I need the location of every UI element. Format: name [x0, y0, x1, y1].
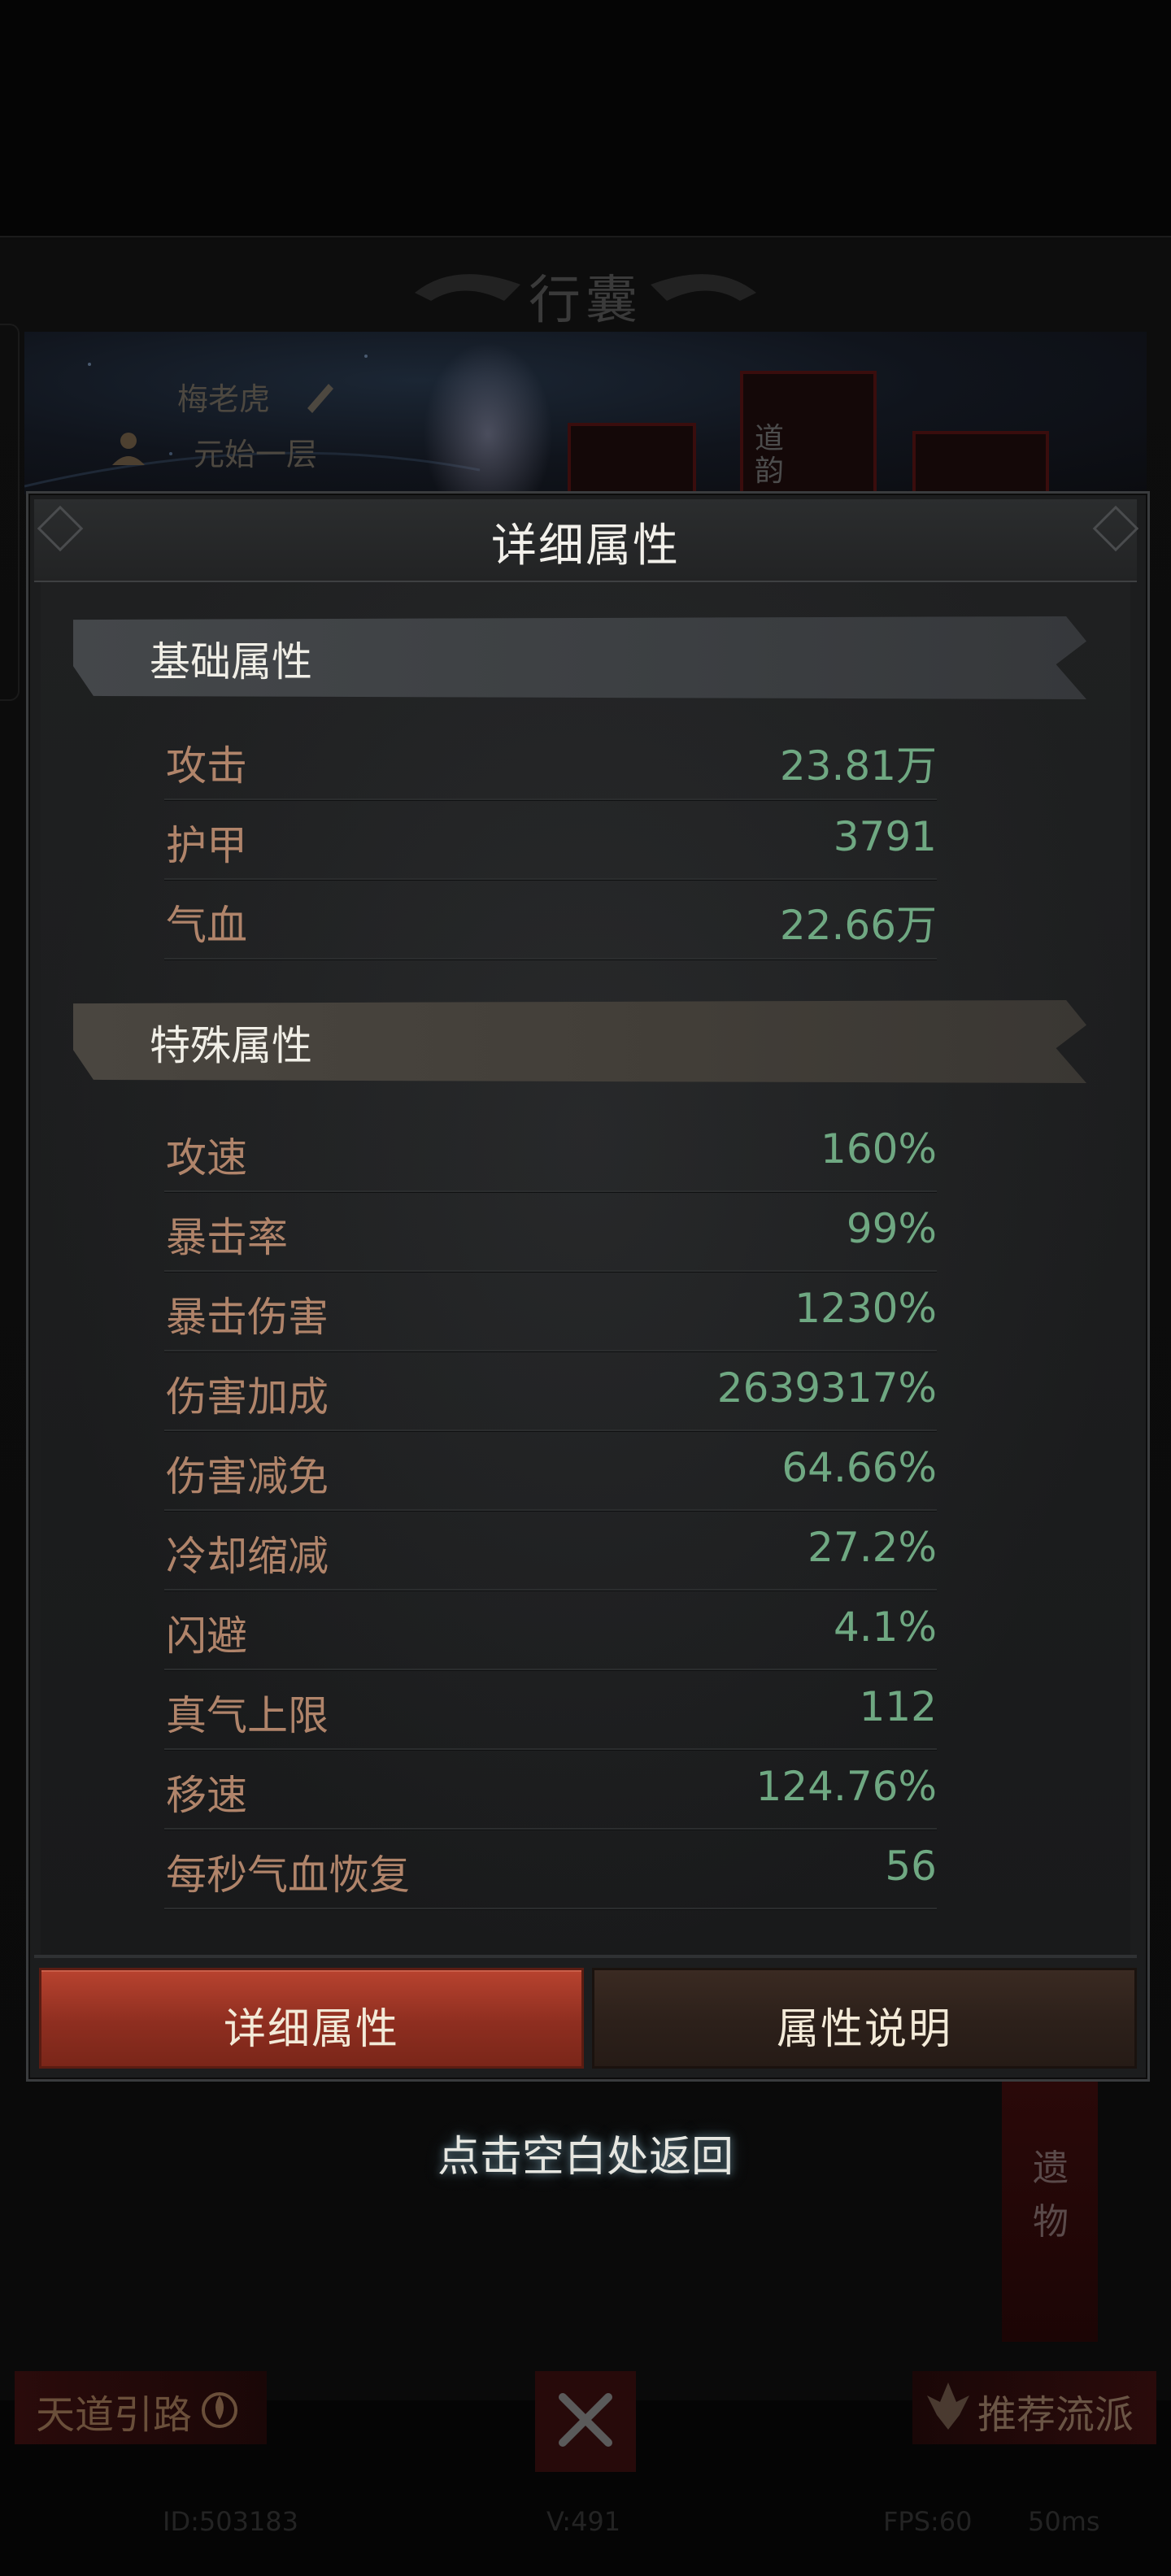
tiandao-flame-icon — [202, 2392, 237, 2428]
attribute-value: 112 — [859, 1683, 937, 1730]
equip-slot-label: 道 韵 — [755, 422, 785, 488]
attribute-value: 160% — [821, 1125, 937, 1173]
hero-portrait — [423, 342, 553, 496]
attribute-label: 闪避 — [166, 1612, 247, 1660]
tab-label: 详细属性 — [223, 2005, 399, 2054]
attribute-row: 攻击 23.81万 — [164, 719, 937, 800]
recommend-emblem-icon — [927, 2382, 969, 2430]
attribute-value: 99% — [846, 1205, 937, 1252]
attribute-row: 护甲 3791 — [164, 798, 937, 880]
pen-icon[interactable] — [299, 376, 340, 416]
attribute-row: 真气上限 112 — [164, 1669, 937, 1750]
attribute-value: 124.76% — [755, 1763, 937, 1810]
tab-bar-divider — [34, 1955, 1137, 1958]
attribute-value: 4.1% — [833, 1603, 937, 1651]
attribute-row: 暴击率 99% — [164, 1190, 937, 1272]
tab-attribute-explanation[interactable]: 属性说明 — [592, 1968, 1137, 2069]
tiandao-guide-label: 天道引路 — [36, 2392, 193, 2438]
attribute-row: 气血 22.66万 — [164, 878, 937, 959]
dialog-title: 详细属性 — [491, 520, 680, 572]
attribute-value: 22.66万 — [779, 902, 937, 949]
crossed-swords-icon — [559, 2393, 612, 2447]
attribute-label: 伤害减免 — [166, 1453, 329, 1500]
latency-text: 50ms — [1028, 2506, 1100, 2537]
attribute-row: 伤害减免 64.66% — [164, 1429, 937, 1511]
version-text: V:491 — [546, 2506, 621, 2537]
attribute-label: 移速 — [166, 1772, 247, 1819]
attribute-label: 暴击伤害 — [166, 1294, 329, 1341]
section-title: 特殊属性 — [150, 1022, 312, 1069]
attribute-row: 移速 124.76% — [164, 1748, 937, 1830]
attribute-label: 暴击率 — [166, 1214, 288, 1261]
player-id: ID:503183 — [163, 2506, 299, 2537]
attribute-value: 2639317% — [716, 1364, 937, 1412]
attribute-row: 暴击伤害 1230% — [164, 1270, 937, 1351]
attribute-value: 3791 — [833, 813, 937, 860]
fps-counter: FPS:60 — [883, 2506, 973, 2537]
attribute-label: 冷却缩减 — [166, 1533, 329, 1580]
attribute-label: 真气上限 — [166, 1692, 329, 1739]
attribute-row: 伤害加成 2639317% — [164, 1350, 937, 1431]
realm-emblem-icon — [112, 433, 145, 465]
hero-realm: 元始一层 — [194, 437, 318, 472]
attribute-label: 护甲 — [166, 822, 247, 869]
attribute-label: 每秒气血恢复 — [166, 1852, 410, 1899]
attribute-value: 64.66% — [781, 1444, 937, 1491]
attribute-value: 27.2% — [808, 1524, 937, 1571]
attribute-label: 伤害加成 — [166, 1373, 329, 1421]
recommend-school-label: 推荐流派 — [977, 2392, 1134, 2438]
attribute-row: 闪避 4.1% — [164, 1589, 937, 1670]
attribute-row: 攻速 160% — [164, 1111, 937, 1192]
tab-label: 属性说明 — [776, 2005, 952, 2054]
section-title: 基础属性 — [150, 638, 312, 685]
tap-to-return-hint[interactable]: 点击空白处返回 — [0, 2122, 1171, 2183]
hero-name: 梅老虎 — [177, 381, 271, 417]
attribute-row: 冷却缩减 27.2% — [164, 1509, 937, 1590]
attribute-row: 每秒气血恢复 56 — [164, 1828, 937, 1909]
bag-title: 行囊 — [529, 271, 642, 331]
attribute-value: 1230% — [794, 1285, 937, 1332]
attribute-value: 56 — [885, 1843, 937, 1890]
attribute-value: 23.81万 — [779, 742, 937, 790]
attribute-label: 攻速 — [166, 1134, 247, 1181]
relic-tab-label: 遗 物 — [1033, 2147, 1069, 2243]
attribute-label: 攻击 — [166, 742, 247, 790]
tab-detail-attributes[interactable]: 详细属性 — [39, 1968, 584, 2069]
attribute-label: 气血 — [166, 902, 247, 949]
